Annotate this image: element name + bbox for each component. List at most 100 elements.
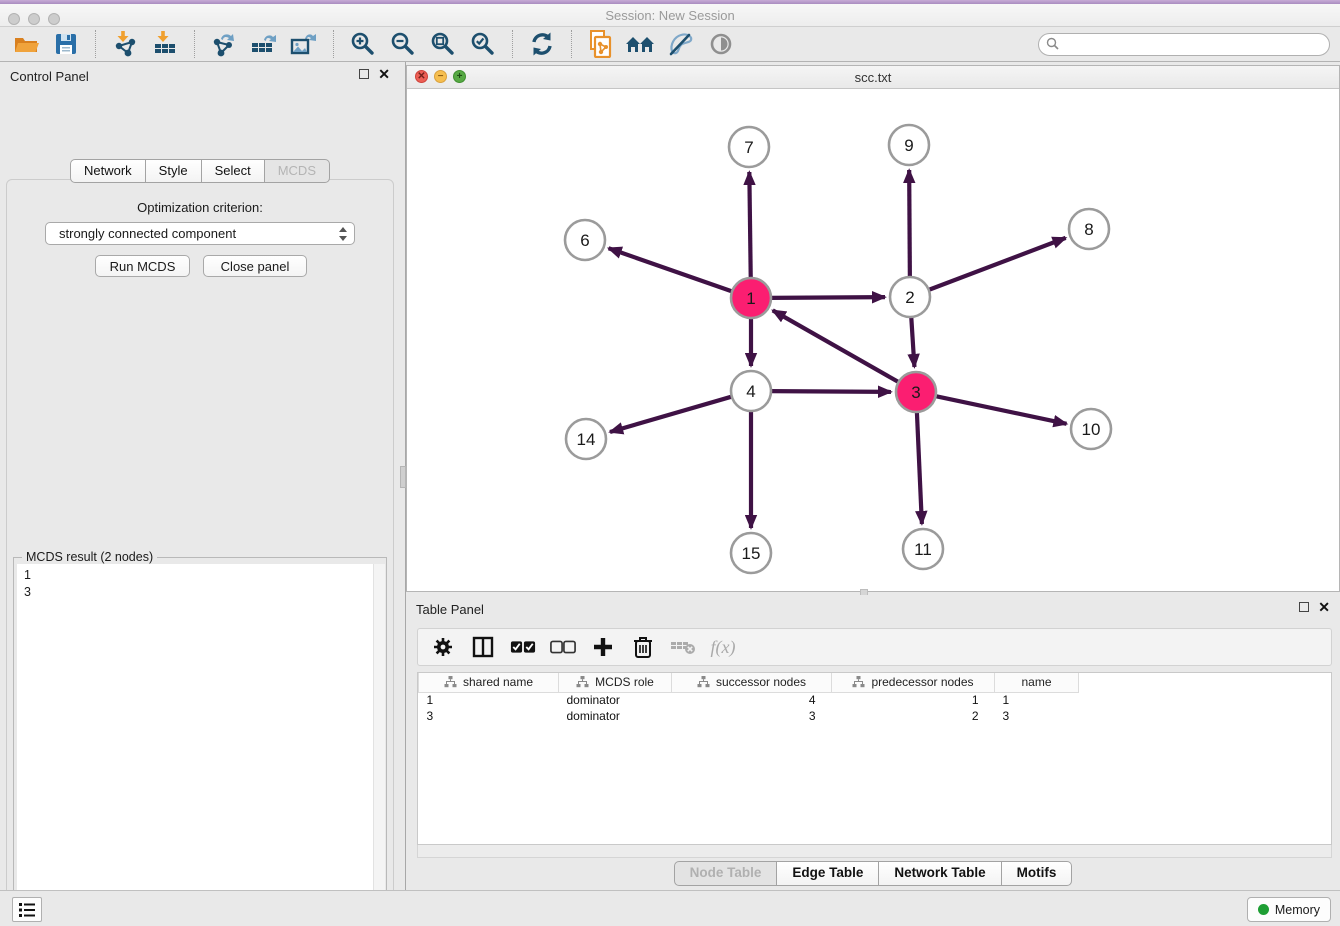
column-header-shared-name[interactable]: shared name xyxy=(419,673,559,692)
minimize-window-button[interactable] xyxy=(28,13,40,25)
column-header-mcds-role[interactable]: MCDS role xyxy=(559,673,672,692)
show-columns-button[interactable] xyxy=(470,634,496,660)
edge-2-9[interactable] xyxy=(909,170,910,278)
toolbar-separator xyxy=(194,30,195,58)
table-row[interactable]: 1dominator411 xyxy=(419,692,1332,708)
graph-node-10[interactable]: 10 xyxy=(1071,409,1111,449)
graph-node-8[interactable]: 8 xyxy=(1069,209,1109,249)
edge-1-7[interactable] xyxy=(749,172,750,279)
zoom-selected-button[interactable] xyxy=(467,29,499,59)
edge-2-8[interactable] xyxy=(928,238,1066,290)
graph-node-3[interactable]: 3 xyxy=(896,372,936,412)
result-scrollbar[interactable] xyxy=(373,564,385,926)
column-header-successor-nodes[interactable]: successor nodes xyxy=(672,673,832,692)
table-row[interactable]: 3dominator323 xyxy=(419,708,1332,724)
tab-edge-table[interactable]: Edge Table xyxy=(777,861,879,886)
table-panel-header: Table Panel ✕ xyxy=(406,595,1340,623)
columns-icon xyxy=(471,635,495,659)
table-cell[interactable]: 1 xyxy=(995,692,1079,708)
network-canvas[interactable]: 1 2 3 4 6 7 8 9 10 11 14 15 xyxy=(407,89,1339,591)
node-table[interactable]: shared nameMCDS rolesuccessor nodesprede… xyxy=(417,672,1332,845)
table-cell[interactable]: dominator xyxy=(559,708,672,724)
show-hide-button[interactable] xyxy=(705,29,737,59)
graph-node-1[interactable]: 1 xyxy=(731,278,771,318)
export-image-icon xyxy=(290,31,318,57)
graph-node-15[interactable]: 15 xyxy=(731,533,771,573)
zoom-fit-button[interactable] xyxy=(427,29,459,59)
edge-3-10[interactable] xyxy=(935,396,1067,424)
function-builder-button[interactable]: f(x) xyxy=(710,634,736,660)
eye-icon xyxy=(708,31,734,57)
table-cell[interactable]: dominator xyxy=(559,692,672,708)
deselect-all-button[interactable] xyxy=(550,634,576,660)
graph-node-9[interactable]: 9 xyxy=(889,125,929,165)
minimize-network-button[interactable]: − xyxy=(434,70,447,83)
edge-3-1[interactable] xyxy=(773,310,900,382)
toolbar-separator xyxy=(95,30,96,58)
graph-node-11[interactable]: 11 xyxy=(903,529,943,569)
edge-4-14[interactable] xyxy=(610,396,733,432)
float-table-panel-icon[interactable] xyxy=(1299,602,1309,612)
clone-network-button[interactable] xyxy=(585,29,617,59)
edge-2-3[interactable] xyxy=(911,316,914,367)
table-settings-button[interactable] xyxy=(430,634,456,660)
tab-motifs[interactable]: Motifs xyxy=(1002,861,1073,886)
tab-network-table[interactable]: Network Table xyxy=(879,861,1001,886)
apply-style-button[interactable] xyxy=(665,29,697,59)
task-history-button[interactable] xyxy=(12,897,42,922)
tab-style[interactable]: Style xyxy=(146,159,202,183)
zoom-window-button[interactable] xyxy=(48,13,60,25)
table-cell[interactable]: 3 xyxy=(995,708,1079,724)
edge-3-11[interactable] xyxy=(917,411,922,524)
add-column-button[interactable] xyxy=(590,634,616,660)
export-image-button[interactable] xyxy=(288,29,320,59)
close-window-button[interactable] xyxy=(8,13,20,25)
application-window: Session: New Session xyxy=(0,0,1340,926)
delete-column-button[interactable] xyxy=(630,634,656,660)
table-cell[interactable]: 3 xyxy=(419,708,559,724)
import-table-button[interactable] xyxy=(149,29,181,59)
zoom-in-button[interactable] xyxy=(347,29,379,59)
edge-4-3[interactable] xyxy=(770,391,891,392)
tab-node-table[interactable]: Node Table xyxy=(674,861,778,886)
tab-network[interactable]: Network xyxy=(70,159,146,183)
save-session-button[interactable] xyxy=(50,29,82,59)
table-scrollbar[interactable] xyxy=(417,845,1332,858)
zoom-out-button[interactable] xyxy=(387,29,419,59)
close-panel-icon[interactable]: ✕ xyxy=(378,69,390,79)
edge-1-2[interactable] xyxy=(770,297,885,298)
graph-node-4[interactable]: 4 xyxy=(731,371,771,411)
open-file-button[interactable] xyxy=(10,29,42,59)
graph-node-6[interactable]: 6 xyxy=(565,220,605,260)
delete-table-button[interactable] xyxy=(670,634,696,660)
close-panel-button[interactable]: Close panel xyxy=(203,255,307,277)
memory-button[interactable]: Memory xyxy=(1247,897,1331,922)
import-network-button[interactable] xyxy=(109,29,141,59)
maximize-network-button[interactable]: + xyxy=(453,70,466,83)
graph-node-14[interactable]: 14 xyxy=(566,419,606,459)
table-cell[interactable]: 3 xyxy=(672,708,832,724)
float-panel-icon[interactable] xyxy=(359,69,369,79)
edge-1-6[interactable] xyxy=(609,248,733,291)
table-cell[interactable]: 1 xyxy=(419,692,559,708)
first-neighbors-button[interactable] xyxy=(625,29,657,59)
close-table-panel-icon[interactable]: ✕ xyxy=(1318,602,1330,612)
table-cell[interactable]: 4 xyxy=(672,692,832,708)
column-header-predecessor-nodes[interactable]: predecessor nodes xyxy=(832,673,995,692)
run-mcds-button[interactable]: Run MCDS xyxy=(95,255,190,277)
column-header-name[interactable]: name xyxy=(995,673,1079,692)
graph-node-2[interactable]: 2 xyxy=(890,277,930,317)
network-window-titlebar[interactable]: ✕ − + scc.txt xyxy=(407,66,1339,89)
tab-select[interactable]: Select xyxy=(202,159,265,183)
table-cell[interactable]: 1 xyxy=(832,692,995,708)
select-all-button[interactable] xyxy=(510,634,536,660)
optimization-criterion-select[interactable]: strongly connected component xyxy=(45,222,355,245)
search-input[interactable] xyxy=(1061,35,1329,53)
graph-node-7[interactable]: 7 xyxy=(729,127,769,167)
tab-mcds[interactable]: MCDS xyxy=(265,159,330,183)
close-network-button[interactable]: ✕ xyxy=(415,70,428,83)
export-network-button[interactable] xyxy=(208,29,240,59)
table-cell[interactable]: 2 xyxy=(832,708,995,724)
refresh-layout-button[interactable] xyxy=(526,29,558,59)
export-table-button[interactable] xyxy=(248,29,280,59)
